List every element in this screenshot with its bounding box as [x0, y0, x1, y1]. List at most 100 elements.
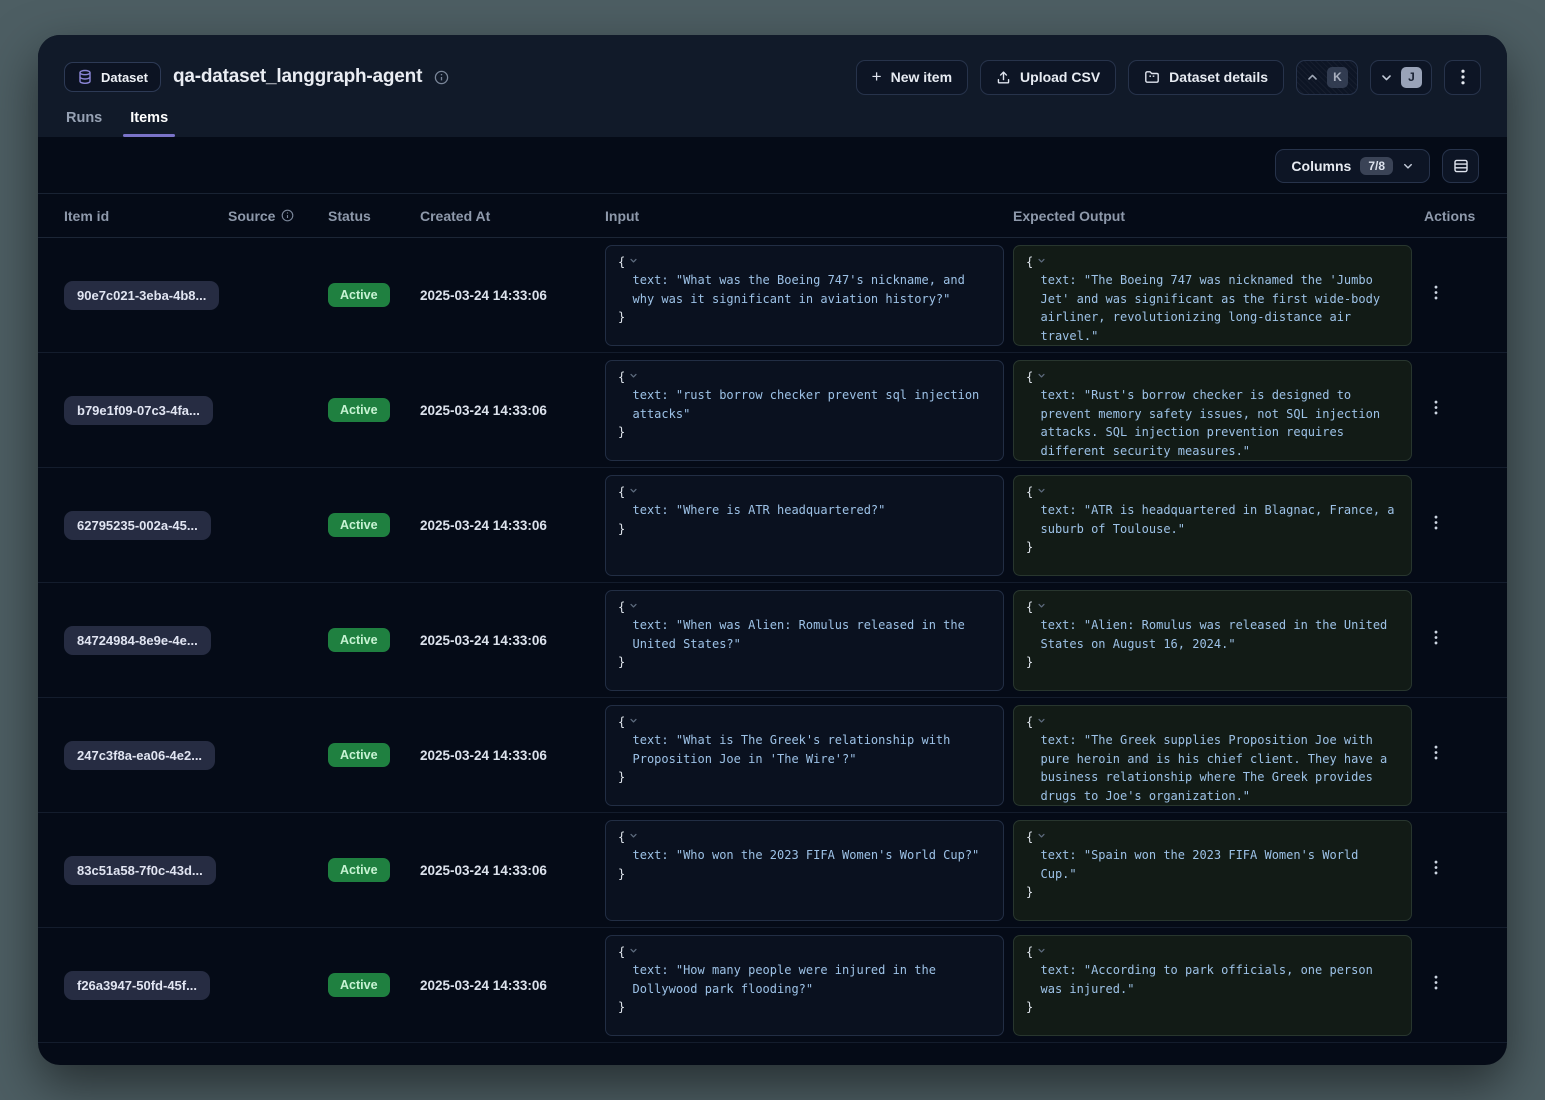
columns-selector-button[interactable]: Columns 7/8	[1275, 149, 1430, 183]
input-json-cell[interactable]: { text: "How many people were injured in…	[605, 935, 1004, 1036]
created-at: 2025-03-24 14:33:06	[420, 288, 605, 303]
item-id-pill[interactable]: 247c3f8a-ea06-4e2...	[64, 741, 215, 770]
expected-output-json-text: text: "ATR is headquartered in Blagnac, …	[1041, 501, 1400, 538]
expand-chevron-icon[interactable]	[629, 486, 638, 495]
expand-chevron-icon[interactable]	[629, 831, 638, 840]
status-badge: Active	[328, 398, 390, 422]
expand-chevron-icon[interactable]	[1037, 601, 1046, 610]
input-json-text: text: "rust borrow checker prevent sql i…	[633, 386, 992, 423]
dataset-details-button[interactable]: Dataset details	[1128, 60, 1284, 95]
item-id-pill[interactable]: 90e7c021-3eba-4b8...	[64, 281, 219, 310]
expand-chevron-icon[interactable]	[1037, 716, 1046, 725]
table-row: f26a3947-50fd-45f... Active 2025-03-24 1…	[38, 928, 1507, 1043]
input-json-cell[interactable]: { text: "What was the Boeing 747's nickn…	[605, 245, 1004, 346]
expected-output-json-cell[interactable]: { text: "Rust's borrow checker is design…	[1013, 360, 1412, 461]
header-item-id[interactable]: Item id	[64, 208, 228, 224]
dataset-details-label: Dataset details	[1169, 69, 1268, 85]
input-json-cell[interactable]: { text: "Where is ATR headquartered?" }	[605, 475, 1004, 576]
input-json-cell[interactable]: { text: "When was Alien: Romulus release…	[605, 590, 1004, 691]
expand-chevron-icon[interactable]	[629, 371, 638, 380]
created-at: 2025-03-24 14:33:06	[420, 748, 605, 763]
input-json-text: text: "Where is ATR headquartered?"	[633, 501, 992, 520]
expected-output-json-cell[interactable]: { text: "Spain won the 2023 FIFA Women's…	[1013, 820, 1412, 921]
expand-chevron-icon[interactable]	[629, 946, 638, 955]
expand-chevron-icon[interactable]	[629, 256, 638, 265]
header-more-menu-button[interactable]	[1444, 60, 1481, 95]
window-header: Dataset qa-dataset_langgraph-agent + New…	[38, 35, 1507, 137]
header-status[interactable]: Status	[328, 208, 420, 224]
header-actions: Actions	[1424, 208, 1481, 224]
created-at: 2025-03-24 14:33:06	[420, 863, 605, 878]
expand-chevron-icon[interactable]	[1037, 371, 1046, 380]
expand-chevron-icon[interactable]	[629, 716, 638, 725]
columns-label: Columns	[1291, 158, 1351, 174]
input-json-cell[interactable]: { text: "rust borrow checker prevent sql…	[605, 360, 1004, 461]
upload-icon	[996, 70, 1011, 85]
info-icon[interactable]	[434, 70, 449, 85]
expected-output-json-cell[interactable]: { text: "The Boeing 747 was nicknamed th…	[1013, 245, 1412, 346]
row-height-button[interactable]	[1442, 149, 1479, 183]
expand-chevron-icon[interactable]	[1037, 486, 1046, 495]
tab-bar: Runs Items	[64, 110, 1481, 137]
expected-output-json-text: text: "The Boeing 747 was nicknamed the …	[1041, 271, 1400, 345]
row-actions-kebab-icon[interactable]	[1434, 975, 1438, 990]
header-source[interactable]: Source	[228, 208, 328, 224]
created-at: 2025-03-24 14:33:06	[420, 978, 605, 993]
table-row: 247c3f8a-ea06-4e2... Active 2025-03-24 1…	[38, 698, 1507, 813]
item-id-pill[interactable]: 84724984-8e9e-4e...	[64, 626, 211, 655]
table-row: 90e7c021-3eba-4b8... Active 2025-03-24 1…	[38, 238, 1507, 353]
item-id-pill[interactable]: 83c51a58-7f0c-43d...	[64, 856, 216, 885]
input-json-text: text: "What was the Boeing 747's nicknam…	[633, 271, 992, 308]
next-item-button[interactable]: J	[1370, 60, 1432, 95]
info-icon	[281, 209, 294, 222]
expected-output-json-cell[interactable]: { text: "According to park officials, on…	[1013, 935, 1412, 1036]
input-json-text: text: "How many people were injured in t…	[633, 961, 992, 998]
status-badge: Active	[328, 513, 390, 537]
item-id-pill[interactable]: b79e1f09-07c3-4fa...	[64, 396, 213, 425]
dataset-window: Dataset qa-dataset_langgraph-agent + New…	[38, 35, 1507, 1065]
input-json-cell[interactable]: { text: "Who won the 2023 FIFA Women's W…	[605, 820, 1004, 921]
new-item-button[interactable]: + New item	[856, 60, 968, 95]
created-at: 2025-03-24 14:33:06	[420, 403, 605, 418]
input-json-text: text: "What is The Greek's relationship …	[633, 731, 992, 768]
table-header-row: Item id Source Status Created At Input E…	[38, 193, 1507, 238]
expected-output-json-text: text: "Rust's borrow checker is designed…	[1041, 386, 1400, 460]
row-actions-kebab-icon[interactable]	[1434, 630, 1438, 645]
item-id-pill[interactable]: f26a3947-50fd-45f...	[64, 971, 210, 1000]
table-row: 84724984-8e9e-4e... Active 2025-03-24 14…	[38, 583, 1507, 698]
row-actions-kebab-icon[interactable]	[1434, 515, 1438, 530]
dataset-badge-label: Dataset	[101, 70, 148, 85]
tab-runs[interactable]: Runs	[66, 110, 102, 137]
previous-item-button[interactable]: K	[1296, 60, 1358, 95]
status-badge: Active	[328, 858, 390, 882]
expected-output-json-cell[interactable]: { text: "ATR is headquartered in Blagnac…	[1013, 475, 1412, 576]
row-actions-kebab-icon[interactable]	[1434, 860, 1438, 875]
tab-items[interactable]: Items	[130, 110, 168, 137]
created-at: 2025-03-24 14:33:06	[420, 633, 605, 648]
expected-output-json-text: text: "Spain won the 2023 FIFA Women's W…	[1041, 846, 1400, 883]
header-expected-output[interactable]: Expected Output	[1013, 208, 1424, 224]
expand-chevron-icon[interactable]	[629, 601, 638, 610]
row-actions-kebab-icon[interactable]	[1434, 285, 1438, 300]
item-id-pill[interactable]: 62795235-002a-45...	[64, 511, 211, 540]
table-row: 62795235-002a-45... Active 2025-03-24 14…	[38, 468, 1507, 583]
header-created-at[interactable]: Created At	[420, 208, 605, 224]
expand-chevron-icon[interactable]	[1037, 831, 1046, 840]
expand-chevron-icon[interactable]	[1037, 946, 1046, 955]
plus-icon: +	[872, 68, 882, 85]
status-badge: Active	[328, 628, 390, 652]
expected-output-json-cell[interactable]: { text: "Alien: Romulus was released in …	[1013, 590, 1412, 691]
expected-output-json-cell[interactable]: { text: "The Greek supplies Proposition …	[1013, 705, 1412, 806]
row-actions-kebab-icon[interactable]	[1434, 745, 1438, 760]
new-item-label: New item	[891, 69, 952, 85]
header-input[interactable]: Input	[605, 208, 1013, 224]
page-title: qa-dataset_langgraph-agent	[173, 66, 422, 88]
row-actions-kebab-icon[interactable]	[1434, 400, 1438, 415]
columns-count-badge: 7/8	[1360, 157, 1393, 175]
expand-chevron-icon[interactable]	[1037, 256, 1046, 265]
chevron-up-icon	[1306, 71, 1319, 84]
folder-icon	[1144, 69, 1160, 85]
input-json-cell[interactable]: { text: "What is The Greek's relationshi…	[605, 705, 1004, 806]
upload-csv-button[interactable]: Upload CSV	[980, 60, 1116, 95]
input-json-text: text: "When was Alien: Romulus released …	[633, 616, 992, 653]
